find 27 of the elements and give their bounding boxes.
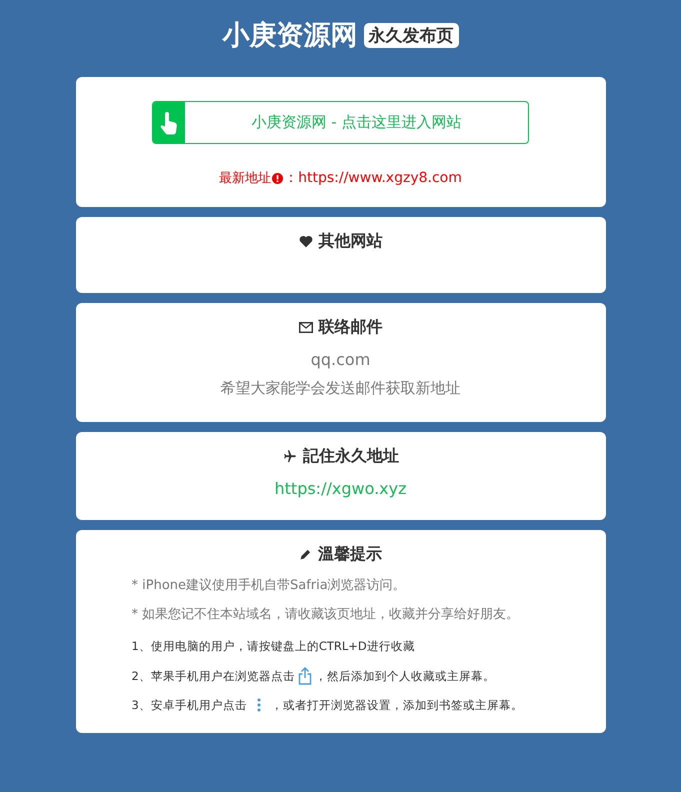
- section-title: 記住永久地址: [303, 446, 399, 467]
- permanent-url-link[interactable]: https://xgwo.xyz: [274, 479, 406, 498]
- step-text: 2、苹果手机用户在浏览器点击: [132, 668, 295, 684]
- section-title: 联络邮件: [318, 317, 382, 338]
- step-text: ，然后添加到个人收藏或主屏幕。: [314, 668, 495, 684]
- section-title: 溫馨提示: [318, 544, 382, 565]
- tip-note: * iPhone建议使用手机自带Safria浏览器访问。: [132, 577, 407, 594]
- tip-note: * 如果您记不住本站域名，请收藏该页地址，收藏并分享给好朋友。: [132, 606, 520, 623]
- more-icon: [256, 698, 261, 712]
- mail-icon: [298, 322, 312, 333]
- page-badge: 永久发布页: [364, 22, 458, 48]
- latest-address-url: ：https://www.xgzy8.com: [284, 169, 462, 187]
- step-text: ，或者打开浏览器设置，添加到书签或主屏幕。: [270, 698, 523, 713]
- step-text: 1、使用电脑的用户，请按键盘上的CTRL+D进行收藏: [132, 639, 415, 654]
- pencil-icon: [299, 548, 312, 561]
- section-title: 其他网站: [318, 231, 382, 252]
- email-address: qq.com: [310, 350, 370, 369]
- alert-icon: [272, 172, 284, 184]
- airplane-icon: [282, 449, 297, 464]
- share-icon: [298, 667, 312, 685]
- step-text: 3、安卓手机用户点击: [132, 698, 247, 713]
- site-title: 小庚资源网: [222, 19, 358, 53]
- latest-address-label: 最新地址: [219, 170, 272, 187]
- enter-site-button[interactable]: 小庚资源网 - 点击这里进入网站: [152, 101, 529, 144]
- email-note: 希望大家能学会发送邮件获取新地址: [220, 379, 460, 398]
- heart-icon: [298, 235, 312, 248]
- pointing-hand-icon: [160, 110, 178, 134]
